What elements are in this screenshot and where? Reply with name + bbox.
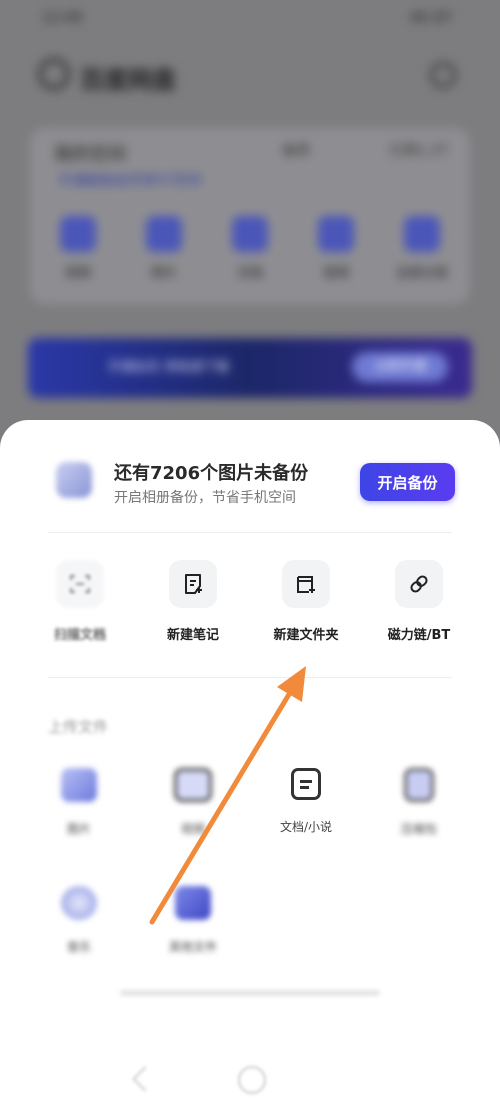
settings-icon: [430, 62, 456, 88]
category-photo: 照片: [126, 216, 202, 281]
footer-note: [120, 990, 380, 996]
upload-archive-button[interactable]: 压缩包: [374, 768, 464, 837]
banner-text: 开通会员 享极速下载: [108, 360, 230, 375]
upload-image-button[interactable]: 图片: [34, 768, 124, 837]
status-indicators: 4G 87: [409, 10, 452, 26]
home-icon[interactable]: [238, 1066, 266, 1094]
category-all: 全部分类: [384, 216, 460, 281]
grid-icon: [404, 216, 440, 252]
image-icon: [61, 768, 97, 802]
new-folder-button[interactable]: 新建文件夹: [256, 560, 356, 643]
document-icon: [232, 216, 268, 252]
photo-backup-icon: [56, 462, 92, 498]
upload-other-button[interactable]: 其他文件: [148, 886, 238, 955]
image-icon: [146, 216, 182, 252]
link-icon: [395, 560, 443, 608]
category-row: 视频 照片 文档 音频 全部分类: [40, 216, 460, 281]
video-icon: [174, 768, 212, 802]
app-logo-icon: [38, 58, 70, 90]
storage-subtitle: 开通超级会员享5T空间: [58, 173, 202, 189]
scan-icon: [56, 560, 104, 608]
category-video: 视频: [40, 216, 116, 281]
bottom-sheet: [0, 420, 500, 1111]
music-icon: [318, 216, 354, 252]
divider: [48, 532, 452, 533]
scan-document-button[interactable]: 扫描文档: [30, 560, 130, 643]
upload-document-button[interactable]: 文档/小说: [261, 768, 351, 835]
file-icon: [175, 886, 211, 920]
archive-icon: [404, 768, 434, 802]
category-audio: 音频: [298, 216, 374, 281]
banner-button: 立即开通: [352, 352, 448, 382]
category-doc: 文档: [212, 216, 288, 281]
storage-member-label: 会员: [282, 143, 310, 159]
upload-heading: 上传文件: [48, 718, 109, 736]
folder-add-icon: [282, 560, 330, 608]
magnet-link-button[interactable]: 磁力链/BT: [369, 560, 469, 643]
upload-video-button[interactable]: 视频: [148, 768, 238, 837]
backup-subtitle: 开启相册备份，节省手机空间: [114, 490, 296, 506]
note-add-icon: [169, 560, 217, 608]
status-time: 12:49: [42, 10, 83, 26]
divider: [48, 677, 452, 678]
document-icon: [291, 768, 321, 800]
video-icon: [60, 216, 96, 252]
backup-title: 还有7206个图片未备份: [114, 463, 309, 484]
new-note-button[interactable]: 新建笔记: [143, 560, 243, 643]
storage-used: 已用1.2T: [389, 143, 448, 159]
enable-backup-button[interactable]: 开启备份: [360, 463, 455, 501]
upload-music-button[interactable]: 音乐: [34, 886, 124, 955]
storage-title: 我的空间: [54, 144, 126, 165]
music-icon: [61, 886, 97, 920]
app-title: 百度网盘: [80, 66, 176, 94]
